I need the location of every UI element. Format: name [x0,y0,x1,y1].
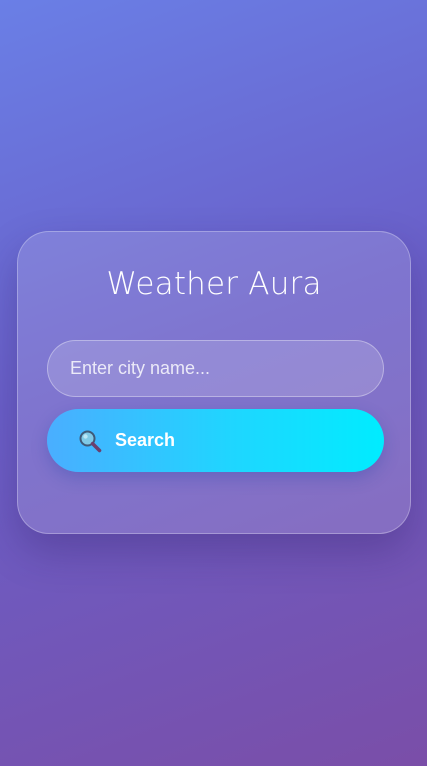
search-card: Weather Aura Search [17,231,411,534]
search-button[interactable]: Search [47,409,384,472]
app-background: { "app": { "title": "Weather Aura" }, "s… [0,0,427,766]
city-search-input[interactable] [47,340,384,397]
search-icon [78,429,102,453]
search-button-label: Search [115,430,176,450]
app-title: Weather Aura [106,266,322,302]
